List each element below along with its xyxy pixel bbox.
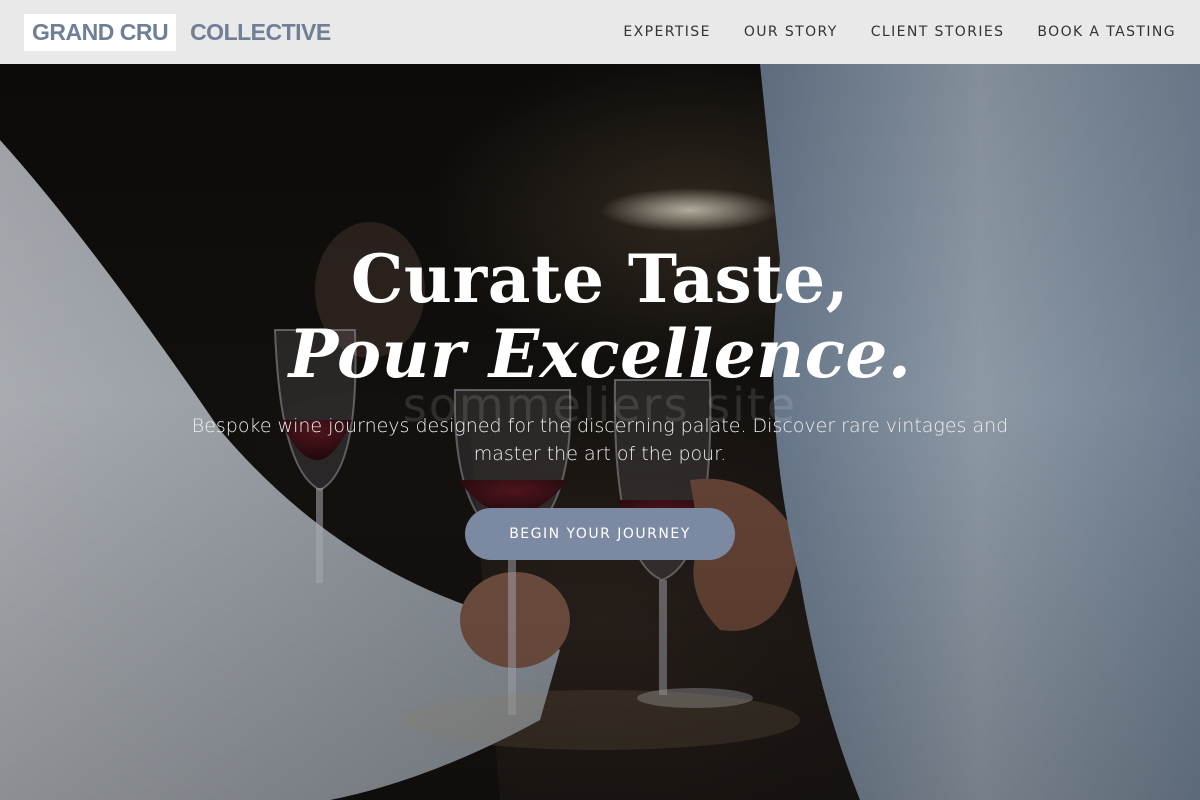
logo-secondary-text: COLLECTIVE [190,18,331,45]
brand-logo[interactable]: GRAND CRU COLLECTIVE [24,13,345,51]
nav-link-our-story[interactable]: OUR STORY [744,24,838,40]
logo-primary-text: GRAND CRU [24,13,177,51]
hero-subtext: Bespoke wine journeys designed for the d… [191,415,1009,465]
nav-link-expertise[interactable]: EXPERTISE [623,24,710,40]
headline-line-2: Pour Excellence. [288,315,912,393]
nav-link-client-stories[interactable]: CLIENT STORIES [871,24,1005,40]
begin-journey-button[interactable]: BEGIN YOUR JOURNEY [465,508,735,560]
hero-headline: Curate Taste, Pour Excellence. [0,240,1200,390]
nav-link-book-a-tasting[interactable]: BOOK A TASTING [1037,24,1176,40]
hero-content: Curate Taste, Pour Excellence. Bespoke w… [0,240,1200,560]
main-nav: EXPERTISE OUR STORY CLIENT STORIES BOOK … [623,24,1176,40]
site-header: GRAND CRU COLLECTIVE EXPERTISE OUR STORY… [0,0,1200,64]
headline-line-1: Curate Taste, [350,240,850,318]
